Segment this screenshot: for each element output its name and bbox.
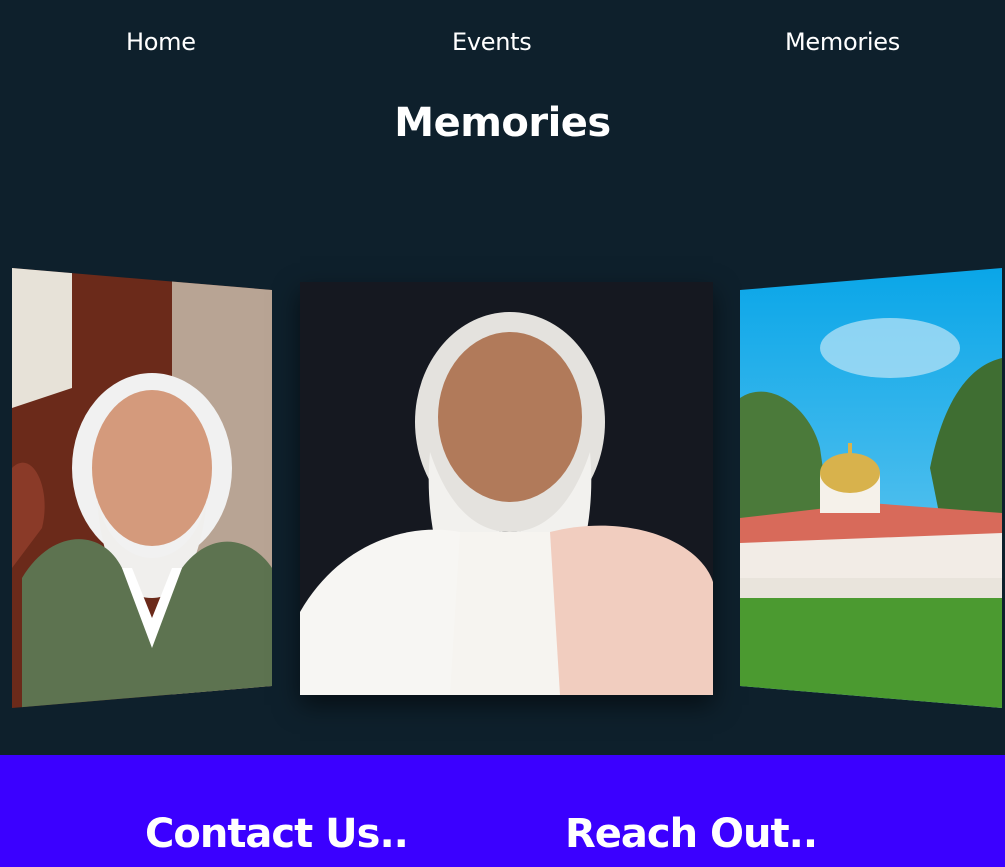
memory-slide-right[interactable] (740, 268, 1002, 708)
memory-photo-left (12, 268, 272, 708)
memory-slide-left[interactable] (12, 268, 272, 708)
memory-photo-right (740, 268, 1002, 708)
nav-home-link[interactable]: Home (126, 28, 196, 56)
memories-carousel[interactable] (0, 260, 1005, 720)
nav-memories-link[interactable]: Memories (785, 28, 900, 56)
nav-events-link[interactable]: Events (452, 28, 532, 56)
memory-slide-center[interactable] (300, 282, 713, 695)
page: Home Events Memories Memories Contact Us… (0, 0, 1005, 867)
memories-title: Memories (394, 100, 611, 146)
top-navigation: Home Events Memories (0, 0, 1005, 90)
contact-us-heading: Contact Us.. (145, 811, 409, 857)
reach-out-heading: Reach Out.. (565, 811, 818, 857)
memory-photo-center (300, 282, 713, 695)
footer: Contact Us.. Reach Out.. (0, 755, 1005, 867)
